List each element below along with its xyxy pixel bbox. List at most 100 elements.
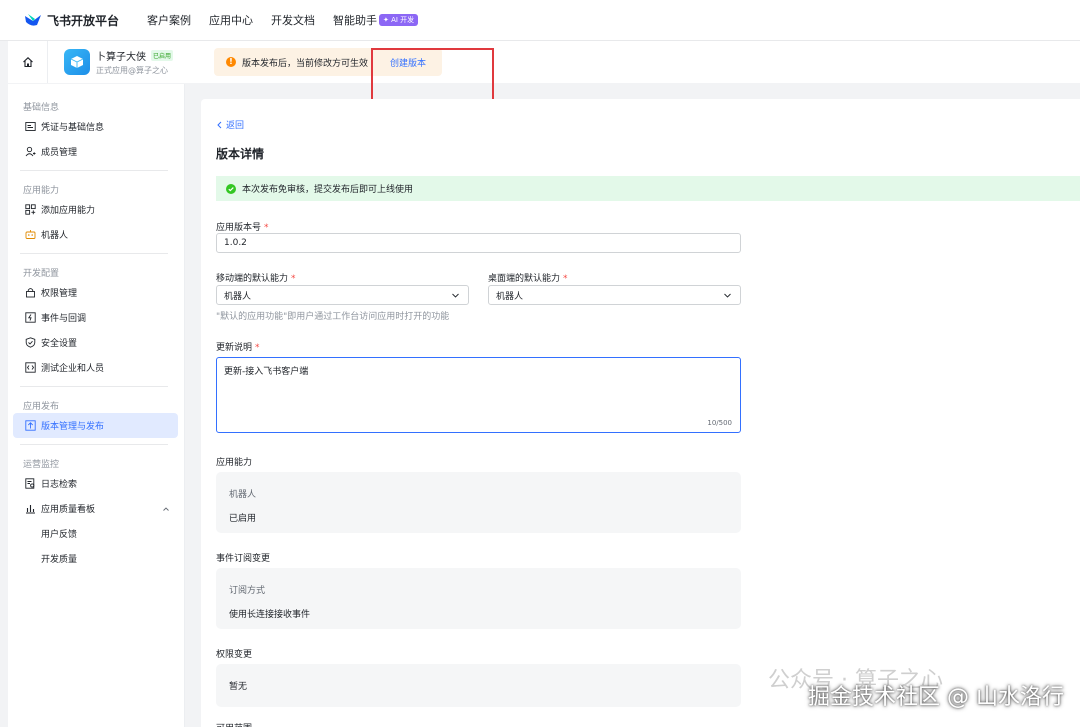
check-circle-icon (226, 183, 236, 194)
default-ability-hint: "默认的应用功能"即用户通过工作台访问应用时打开的功能 (216, 312, 450, 322)
sidebar-divider (20, 170, 168, 171)
subscription-mode-label: 订阅方式 (229, 586, 266, 596)
watermark: 掘金技术社区 @ 山水洛行 (808, 685, 1064, 710)
chevron-up-icon[interactable] (162, 505, 170, 513)
sidebar-item-label: 测试企业和人员 (41, 364, 105, 374)
notice-text: 版本发布后，当前修改方可生效 (242, 58, 369, 69)
nav-customer-cases[interactable]: 客户案例 (147, 12, 191, 28)
sidebar-item-label: 用户反馈 (41, 530, 78, 540)
sidebar-item-user-feedback[interactable]: 用户反馈 (8, 521, 184, 546)
required-mark: * (255, 343, 260, 353)
version-number-label: 应用版本号 * (216, 220, 269, 233)
top-nav: 飞书开放平台 客户案例 应用中心 开发文档 智能助手 ✦ AI 开发 (0, 0, 1080, 41)
brand-logo[interactable]: 飞书开放平台 (24, 12, 119, 29)
sidebar-item-add-ability[interactable]: 添加应用能力 (8, 197, 184, 222)
sidebar-item-label: 日志检索 (41, 480, 78, 490)
nav-dev-docs[interactable]: 开发文档 (271, 12, 315, 28)
sidebar-group-dev-config: 开发配置 (23, 269, 60, 279)
required-mark: * (563, 274, 568, 284)
char-counter: 10/500 (707, 419, 732, 427)
back-link[interactable]: 返回 (216, 118, 244, 131)
app-meta: 卜算子大侠 已启用 正式应用@算子之心 (96, 48, 200, 76)
sidebar-item-label: 版本管理与发布 (41, 422, 105, 432)
sidebar-item-credentials[interactable]: 凭证与基础信息 (8, 114, 184, 139)
sidebar-item-label: 机器人 (41, 231, 69, 241)
version-detail-panel: 返回 版本详情 本次发布免审核，提交发布后即可上线使用 应用版本号 * 1.0.2… (201, 99, 1080, 727)
sidebar-item-label: 权限管理 (41, 289, 78, 299)
chevron-down-icon (724, 293, 731, 298)
bolt-icon (25, 312, 36, 323)
mobile-default-value: 机器人 (224, 291, 252, 302)
sidebar-item-security[interactable]: 安全设置 (8, 330, 184, 355)
sidebar-item-permissions[interactable]: 权限管理 (8, 280, 184, 305)
brand-name: 飞书开放平台 (47, 13, 120, 28)
app-avatar (64, 49, 90, 75)
ability-section-title: 应用能力 (216, 458, 253, 468)
sidebar-item-bot[interactable]: 机器人 (8, 222, 184, 247)
subscription-mode-value: 使用长连接接收事件 (229, 610, 311, 620)
chevron-left-icon (217, 121, 222, 128)
id-card-icon (25, 122, 36, 131)
sidebar: 基础信息 凭证与基础信息 成员管理 应用能力 添加应用能力 机器人 开发配置 权… (8, 84, 185, 727)
release-notes-label-text: 更新说明 (216, 343, 253, 353)
desktop-default-value: 机器人 (496, 291, 524, 302)
sidebar-item-version-release[interactable]: 版本管理与发布 (13, 413, 178, 438)
success-text: 本次发布免审核，提交发布后即可上线使用 (242, 185, 414, 195)
permission-section-title: 权限变更 (216, 650, 253, 660)
sidebar-divider (20, 253, 168, 254)
sidebar-item-log-search[interactable]: 日志检索 (8, 471, 184, 496)
mobile-default-label-text: 移动端的默认能力 (216, 274, 289, 284)
nav-smart-assistant[interactable]: 智能助手 ✦ AI 开发 (333, 12, 419, 28)
home-icon (22, 57, 33, 68)
scope-section-title: 可用范围 (216, 721, 252, 727)
bar-chart-icon (26, 505, 35, 514)
sidebar-group-abilities: 应用能力 (23, 186, 60, 196)
sidebar-group-monitoring: 运营监控 (23, 460, 60, 470)
user-icon (25, 146, 36, 157)
code-icon (25, 362, 36, 373)
event-section-title: 事件订阅变更 (216, 554, 271, 564)
sidebar-item-label: 凭证与基础信息 (41, 123, 105, 133)
highlight-box (371, 48, 494, 105)
sidebar-item-label: 开发质量 (41, 555, 78, 565)
nav-smart-assistant-label: 智能助手 (333, 14, 378, 27)
release-notes-textarea[interactable]: 更新-接入飞书客户端 10/500 (216, 357, 741, 433)
nav-app-center[interactable]: 应用中心 (209, 12, 253, 28)
cube-icon (70, 56, 84, 68)
back-label: 返回 (226, 121, 245, 131)
app-subtitle: 正式应用@算子之心 (96, 66, 168, 75)
version-number-input[interactable]: 1.0.2 (216, 233, 741, 253)
ability-status: 已启用 (229, 514, 257, 524)
sidebar-group-basic: 基础信息 (23, 103, 60, 113)
sidebar-item-quality-board[interactable]: 应用质量看板 (8, 496, 184, 521)
chevron-down-icon (452, 293, 459, 298)
shield-icon (25, 337, 36, 348)
required-mark: * (291, 274, 296, 284)
page-title: 版本详情 (216, 147, 265, 161)
desktop-default-label: 桌面端的默认能力 * (488, 271, 568, 284)
sidebar-item-members[interactable]: 成员管理 (8, 139, 184, 164)
app-name: 卜算子大侠 (96, 52, 146, 63)
release-notes-value: 更新-接入飞书客户端 (224, 367, 309, 377)
sidebar-item-dev-quality[interactable]: 开发质量 (8, 546, 184, 571)
robot-icon (25, 230, 36, 239)
log-search-icon (25, 478, 35, 489)
home-button[interactable] (8, 41, 48, 83)
sidebar-item-label: 事件与回调 (41, 314, 87, 324)
mobile-default-select[interactable]: 机器人 (216, 285, 469, 305)
sidebar-item-test-tenants[interactable]: 测试企业和人员 (8, 355, 184, 380)
ai-badge: ✦ AI 开发 (379, 14, 419, 26)
version-number-label-text: 应用版本号 (216, 223, 262, 233)
feishu-logo-icon (25, 14, 41, 26)
sidebar-item-label: 添加应用能力 (41, 206, 96, 216)
required-mark: * (264, 223, 269, 233)
sidebar-item-events[interactable]: 事件与回调 (8, 305, 184, 330)
release-notes-label: 更新说明 * (216, 340, 260, 353)
sidebar-item-label: 成员管理 (41, 148, 78, 158)
desktop-default-select[interactable]: 机器人 (488, 285, 741, 305)
event-card: 订阅方式 使用长连接接收事件 (216, 568, 741, 629)
success-banner: 本次发布免审核，提交发布后即可上线使用 (216, 176, 1080, 201)
permission-card: 暂无 (216, 664, 741, 707)
lock-icon (26, 288, 35, 298)
sidebar-item-label: 应用质量看板 (41, 505, 96, 515)
